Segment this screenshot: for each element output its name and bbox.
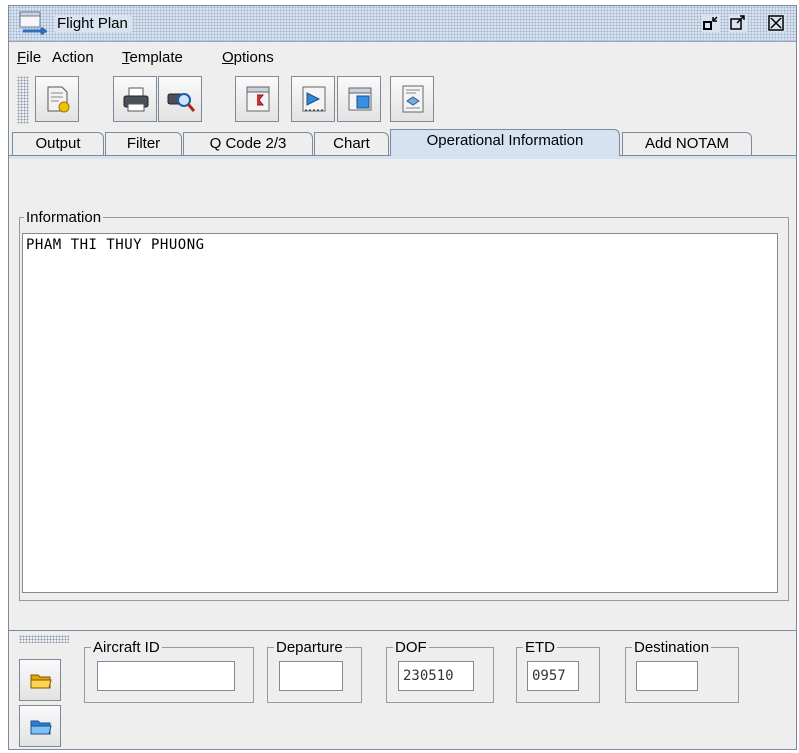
etd-label: ETD: [525, 639, 555, 656]
print-preview-button[interactable]: [158, 76, 202, 122]
bottom-grip[interactable]: [19, 635, 69, 643]
report-button[interactable]: [390, 76, 434, 122]
destination-label: Destination: [634, 639, 710, 656]
dof-label: DOF: [395, 639, 427, 656]
menu-action[interactable]: Action: [52, 49, 94, 66]
title-bar[interactable]: Flight Plan: [9, 6, 796, 42]
template-icon: [246, 86, 270, 112]
departure-input[interactable]: [279, 661, 343, 691]
menu-bar: File Action Template Options: [9, 43, 796, 73]
new-document-icon: [47, 86, 70, 113]
departure-label: Departure: [276, 639, 343, 656]
window-icon: [348, 87, 372, 111]
open-folder-icon: [30, 674, 52, 689]
save-folder-icon: [30, 720, 52, 735]
window-title: Flight Plan: [55, 15, 132, 32]
new-document-button[interactable]: [35, 76, 79, 122]
information-legend: Information: [26, 209, 102, 226]
etd-input[interactable]: [527, 661, 579, 691]
aircraft-id-input[interactable]: [97, 661, 235, 691]
tab-operational-information[interactable]: Operational Information: [390, 129, 620, 156]
flight-fields-bar: Aircraft ID Departure DOF ETD Destinatio…: [9, 630, 796, 749]
report-icon: [402, 85, 424, 113]
information-textarea[interactable]: PHAM THI THUY PHUONG: [22, 233, 778, 593]
print-button[interactable]: [113, 76, 157, 122]
template-button[interactable]: [235, 76, 279, 122]
tab-output[interactable]: Output: [12, 132, 104, 156]
print-preview-icon: [167, 93, 196, 112]
window-button[interactable]: [337, 76, 381, 122]
aircraft-id-label: Aircraft ID: [93, 639, 160, 656]
open-folder-button[interactable]: [19, 659, 61, 701]
tab-strip: Output Filter Q Code 2/3 Chart Operation…: [9, 129, 796, 156]
flight-plan-window: Flight Plan File Action Template Options: [8, 5, 797, 750]
menu-template[interactable]: Template: [122, 49, 183, 66]
panel-top-stripe: [9, 156, 796, 159]
maximize-icon[interactable]: [729, 14, 747, 32]
toolbar-grip[interactable]: [17, 76, 29, 124]
destination-input[interactable]: [636, 661, 698, 691]
tab-add-notam[interactable]: Add NOTAM: [622, 132, 752, 156]
save-folder-button[interactable]: [19, 705, 61, 747]
menu-options[interactable]: Options: [222, 49, 274, 66]
toolbar: [9, 73, 796, 127]
menu-file[interactable]: File: [17, 49, 41, 66]
restore-icon[interactable]: [702, 14, 720, 32]
app-icon: [19, 11, 50, 37]
send-icon: [302, 86, 326, 112]
print-icon: [123, 87, 149, 112]
close-icon[interactable]: [767, 14, 785, 32]
tab-chart[interactable]: Chart: [314, 132, 389, 156]
tab-q-code[interactable]: Q Code 2/3: [183, 132, 313, 156]
dof-input[interactable]: [398, 661, 474, 691]
tab-filter[interactable]: Filter: [105, 132, 182, 156]
send-button[interactable]: [291, 76, 335, 122]
operational-information-panel: Information PHAM THI THUY PHUONG: [9, 155, 796, 630]
